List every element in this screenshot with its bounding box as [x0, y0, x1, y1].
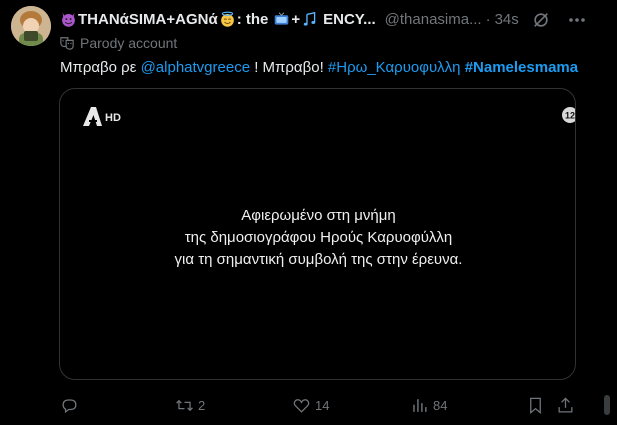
repost-count: 2	[198, 397, 206, 413]
separator-dot: ·	[485, 10, 491, 28]
age-rating-text: 12	[565, 111, 575, 121]
theater-masks-icon	[60, 37, 74, 50]
halo-face-icon	[220, 11, 234, 27]
television-icon	[275, 11, 289, 25]
reply-button[interactable]	[60, 393, 83, 417]
bookmark-icon	[530, 397, 541, 414]
parody-label: Parody account	[60, 34, 177, 52]
like-button[interactable]: 14	[292, 393, 329, 417]
plus-sign: +	[291, 10, 301, 28]
channel-logo-text: HD	[105, 112, 121, 124]
smiling-devil-icon	[62, 12, 75, 27]
tweet-actions: 2 14 84	[56, 393, 586, 417]
media-video[interactable]: HD 12 Αφιερωμένο στη μνήμη της δημοσιογρ…	[59, 88, 576, 380]
post-time[interactable]: 34s	[495, 11, 519, 28]
repost-icon	[176, 399, 193, 411]
like-count: 14	[315, 397, 330, 413]
more-options-icon[interactable]	[563, 10, 591, 30]
tweet-text: Μπραβο ρε @alphatvgreece ! Μπραβο! #Ηρω_…	[60, 59, 578, 76]
text-middle: ! Μπραβο!	[250, 59, 328, 76]
hashtag-link-2[interactable]: #Namelesmama	[465, 59, 578, 76]
channel-logo: HD	[80, 104, 130, 130]
caption-line-1: Αφιερωμένο στη μνήμη	[241, 207, 396, 224]
scrollbar[interactable]	[600, 393, 614, 417]
author-name[interactable]: THANάSIMA+AGNά : the + ENCY...	[60, 11, 377, 28]
music-notes-icon	[303, 11, 316, 26]
share-icon	[558, 396, 573, 412]
hashtag-link-1[interactable]: #Ηρω_Καρυοφυλλη	[328, 59, 461, 76]
tweet-header: THANάSIMA+AGNά : the + ENCY... @thanasim…	[60, 9, 608, 29]
heart-icon	[293, 398, 310, 413]
repost-button[interactable]: 2	[175, 393, 205, 417]
bookmark-button[interactable]	[526, 393, 545, 417]
age-rating-badge: 12	[561, 106, 575, 124]
author-name-suffix: : the	[236, 10, 269, 28]
parody-label-text: Parody account	[80, 35, 178, 51]
author-handle[interactable]: @thanasima...	[385, 11, 482, 28]
text-prefix: Μπραβο ρε	[60, 59, 141, 76]
mention-link[interactable]: @alphatvgreece	[141, 59, 250, 76]
views-button[interactable]: 84	[410, 393, 447, 417]
author-name-tail: ENCY...	[323, 10, 376, 28]
alpha-logo-icon: HD	[83, 107, 121, 126]
grok-icon[interactable]	[532, 11, 550, 29]
avatar[interactable]	[11, 6, 51, 46]
caption-line-2: της δημοσιογράφου Ηρούς Καρυοφύλλη	[184, 229, 453, 246]
views-count: 84	[433, 397, 448, 413]
views-chart-icon	[413, 398, 427, 412]
share-button[interactable]	[556, 393, 575, 417]
tweet[interactable]: THANάSIMA+AGNά : the + ENCY... @thanasim…	[0, 0, 617, 425]
caption-line-3: για τη σημαντική συμβολή της στην έρευνα…	[174, 251, 463, 268]
author-name-text: THANάSIMA+AGNά	[78, 10, 218, 28]
reply-icon	[62, 398, 77, 413]
video-caption: Αφιερωμένο στη μνήμη της δημοσιογράφου Η…	[60, 205, 575, 271]
